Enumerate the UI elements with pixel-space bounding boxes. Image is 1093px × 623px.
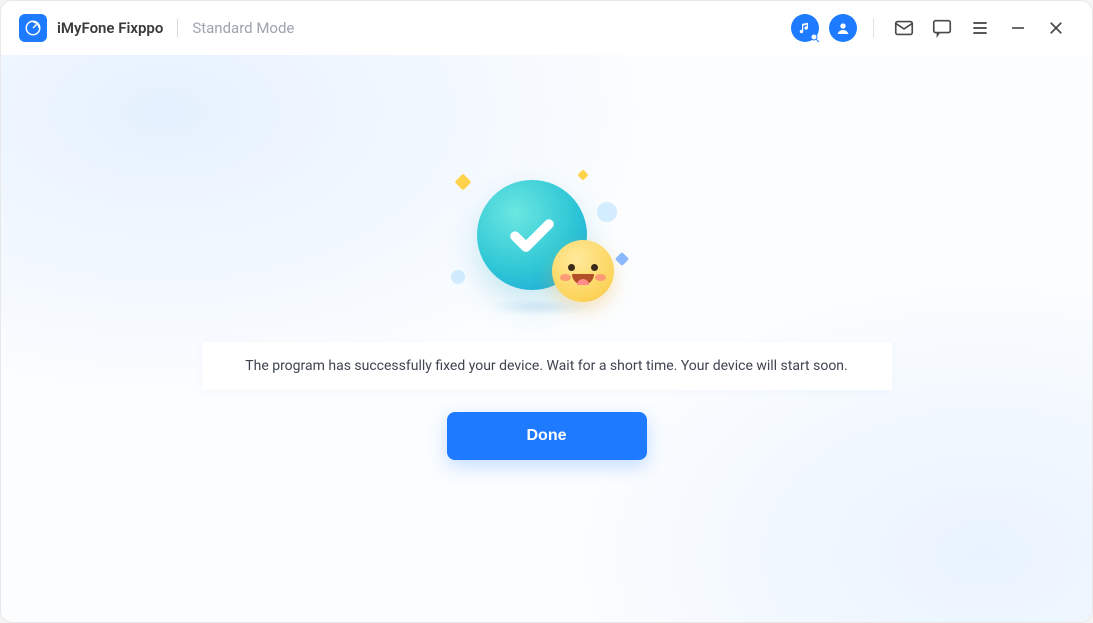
status-message: The program has successfully fixed your … <box>245 358 847 374</box>
titlebar: iMyFone Fixppo Standard Mode <box>1 1 1092 55</box>
sparkle-icon <box>614 252 628 266</box>
app-title: iMyFone Fixppo <box>57 19 163 37</box>
chat-icon[interactable] <box>928 14 956 42</box>
music-search-icon[interactable] <box>791 14 819 42</box>
sparkle-icon <box>577 169 588 180</box>
vertical-divider <box>873 18 874 38</box>
app-logo-icon <box>19 14 47 42</box>
smiley-face-icon <box>552 240 614 302</box>
done-button[interactable]: Done <box>447 412 647 460</box>
app-window: iMyFone Fixppo Standard Mode <box>0 0 1093 623</box>
success-illustration <box>457 170 637 320</box>
bubble-decor <box>451 270 465 284</box>
close-button[interactable] <box>1042 14 1070 42</box>
mail-icon[interactable] <box>890 14 918 42</box>
titlebar-actions <box>791 14 1070 42</box>
mode-label: Standard Mode <box>192 19 294 37</box>
shadow-decor <box>485 298 593 316</box>
sparkle-icon <box>454 174 471 191</box>
main-content: The program has successfully fixed your … <box>1 55 1092 622</box>
title-divider <box>177 19 178 37</box>
profile-icon[interactable] <box>829 14 857 42</box>
status-message-card: The program has successfully fixed your … <box>202 342 892 390</box>
menu-icon[interactable] <box>966 14 994 42</box>
bubble-decor <box>597 202 617 222</box>
minimize-button[interactable] <box>1004 14 1032 42</box>
